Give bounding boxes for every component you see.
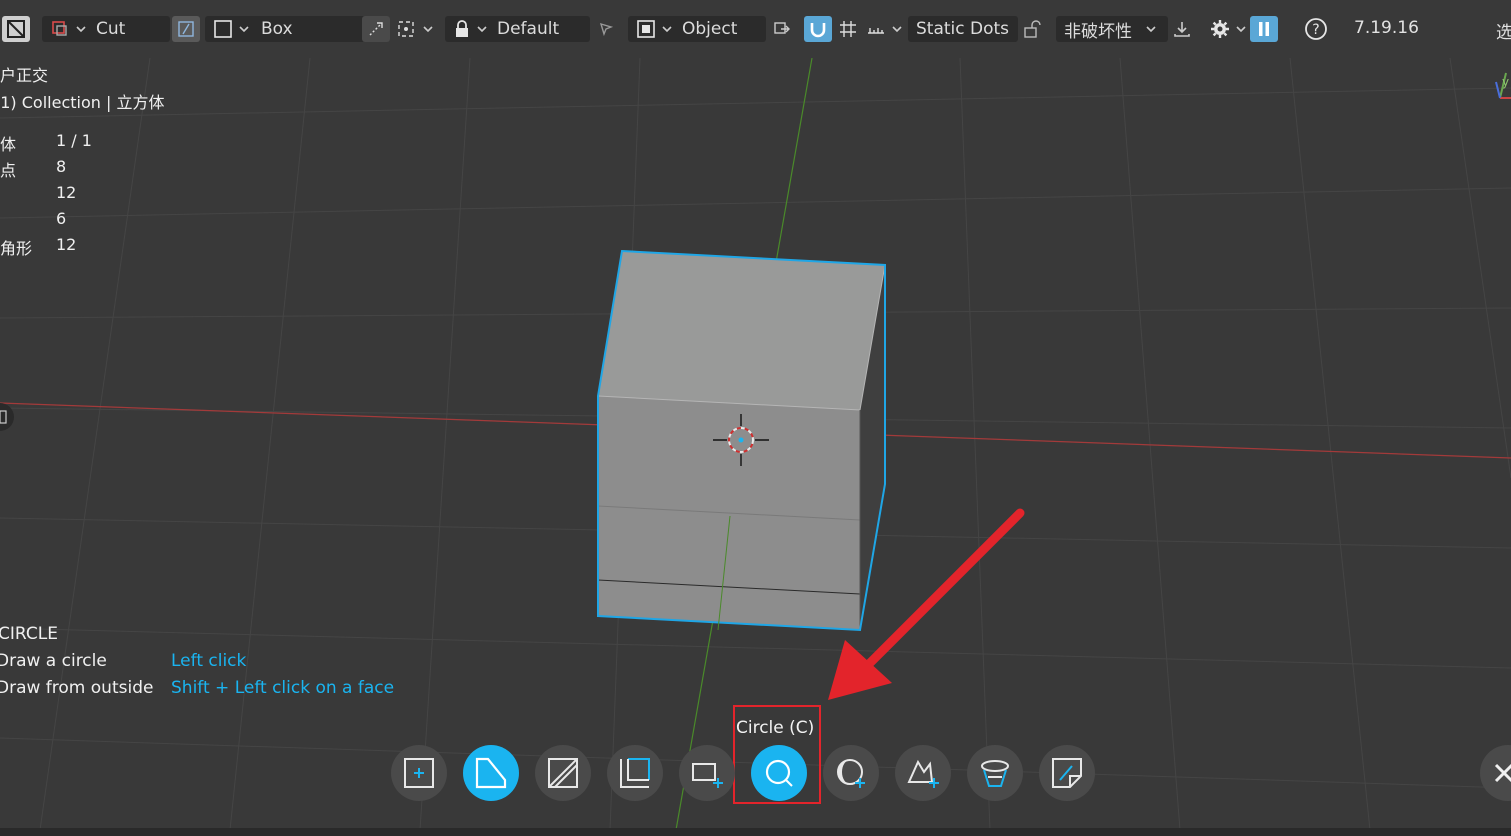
mirror-icon[interactable] bbox=[768, 16, 796, 42]
non-destructive-label: 非破坏性 bbox=[1064, 21, 1132, 42]
stat-label-triangles: 三角形 bbox=[0, 239, 33, 258]
stat-label-objects: 物体 bbox=[0, 135, 17, 154]
help-icon[interactable]: ? bbox=[1302, 16, 1330, 42]
stat-value-objects: 1 / 1 bbox=[56, 131, 92, 150]
unlock-icon[interactable] bbox=[1018, 16, 1046, 42]
cursor-icon[interactable] bbox=[592, 16, 620, 42]
diagonal-cut-icon bbox=[548, 758, 578, 788]
grid-snap-icon[interactable] bbox=[834, 16, 862, 42]
rotate-shape-button[interactable] bbox=[967, 745, 1023, 801]
hint-key-outside: Shift + Left click on a face bbox=[171, 678, 395, 698]
chevron-down-icon bbox=[239, 26, 249, 33]
pause-icon[interactable] bbox=[1250, 16, 1278, 42]
static-dots-label: Static Dots bbox=[916, 19, 1010, 39]
close-icon bbox=[1494, 763, 1511, 783]
cut-label: Cut bbox=[96, 19, 126, 39]
boolean-toggle-icon[interactable] bbox=[172, 16, 200, 42]
chevron-down-icon bbox=[76, 26, 86, 33]
polygon-add-button[interactable] bbox=[895, 745, 951, 801]
stat-label-vertices: 顶点 bbox=[0, 161, 17, 180]
right-edge-label[interactable]: 选 bbox=[1496, 18, 1511, 43]
lock-icon bbox=[456, 20, 468, 37]
version-label: 7.19.16 bbox=[1354, 18, 1419, 38]
chevron-down-icon[interactable] bbox=[890, 19, 904, 39]
note-button[interactable] bbox=[1039, 745, 1095, 801]
stat-value-faces: 6 bbox=[56, 209, 67, 228]
polygon-add-icon bbox=[907, 759, 939, 788]
chevron-down-icon bbox=[662, 26, 672, 33]
note-icon bbox=[1052, 758, 1082, 788]
snap-magnet-icon[interactable] bbox=[804, 16, 832, 42]
corner-icon bbox=[620, 758, 650, 788]
add-square-icon bbox=[404, 758, 434, 788]
rectangle-add-button[interactable] bbox=[679, 745, 735, 801]
cut-mode-dropdown[interactable]: Cut bbox=[42, 16, 170, 42]
cut-shape-icon bbox=[52, 21, 67, 36]
circle-icon bbox=[765, 759, 793, 787]
pivot-icon[interactable] bbox=[392, 16, 420, 42]
scale-icon[interactable] bbox=[362, 16, 390, 42]
rotate-shape-icon bbox=[981, 760, 1009, 787]
circle-button[interactable] bbox=[751, 745, 807, 801]
non-destructive-dropdown[interactable]: 非破坏性 bbox=[1056, 16, 1168, 42]
stat-value-edges: 12 bbox=[56, 183, 77, 202]
navigation-gizmo[interactable]: y bbox=[1495, 72, 1511, 99]
svg-text:?: ? bbox=[1312, 22, 1319, 38]
gear-icon[interactable] bbox=[1206, 16, 1234, 42]
object-icon bbox=[637, 20, 655, 38]
diagonal-cut-button[interactable] bbox=[535, 745, 591, 801]
object-mode-dropdown[interactable]: Object bbox=[628, 16, 766, 42]
object-label: Object bbox=[682, 19, 738, 39]
stat-value-triangles: 12 bbox=[56, 235, 77, 254]
box-label: Box bbox=[261, 19, 293, 39]
ruler-icon[interactable] bbox=[862, 16, 890, 42]
chevron-down-icon[interactable] bbox=[1234, 19, 1248, 39]
add-shape-button[interactable] bbox=[391, 745, 447, 801]
hint-key-draw: Left click bbox=[171, 651, 247, 671]
hint-action-draw: Draw a circle bbox=[0, 651, 107, 671]
chevron-down-icon bbox=[1146, 26, 1156, 33]
status-strip bbox=[0, 828, 1511, 836]
collection-label: (1) Collection | 立方体 bbox=[0, 93, 165, 112]
default-preset-dropdown[interactable]: Default bbox=[445, 16, 590, 42]
chevron-down-icon bbox=[477, 26, 487, 33]
moon-button[interactable] bbox=[823, 745, 879, 801]
corner-button[interactable] bbox=[607, 745, 663, 801]
svg-text:y: y bbox=[1502, 75, 1509, 89]
left-edge-widget[interactable] bbox=[0, 403, 14, 431]
stat-value-vertices: 8 bbox=[56, 157, 67, 176]
header-toolbar: Cut Box Default Object Static Dots 非破坏性 … bbox=[0, 0, 1511, 58]
download-icon[interactable] bbox=[1168, 16, 1196, 42]
hint-action-outside: Draw from outside bbox=[0, 678, 154, 698]
editor-type-icon[interactable] bbox=[2, 16, 30, 42]
view-name: 用户正交 bbox=[0, 66, 49, 85]
moon-icon bbox=[837, 759, 865, 788]
slice-icon bbox=[475, 757, 507, 789]
slice-button[interactable] bbox=[463, 745, 519, 801]
default-label: Default bbox=[497, 19, 560, 39]
static-dots-field[interactable]: Static Dots bbox=[908, 16, 1018, 42]
box-icon bbox=[214, 20, 232, 38]
hint-title: CIRCLE bbox=[0, 624, 58, 644]
rectangle-add-icon bbox=[692, 763, 723, 788]
chevron-down-icon[interactable] bbox=[421, 19, 435, 39]
